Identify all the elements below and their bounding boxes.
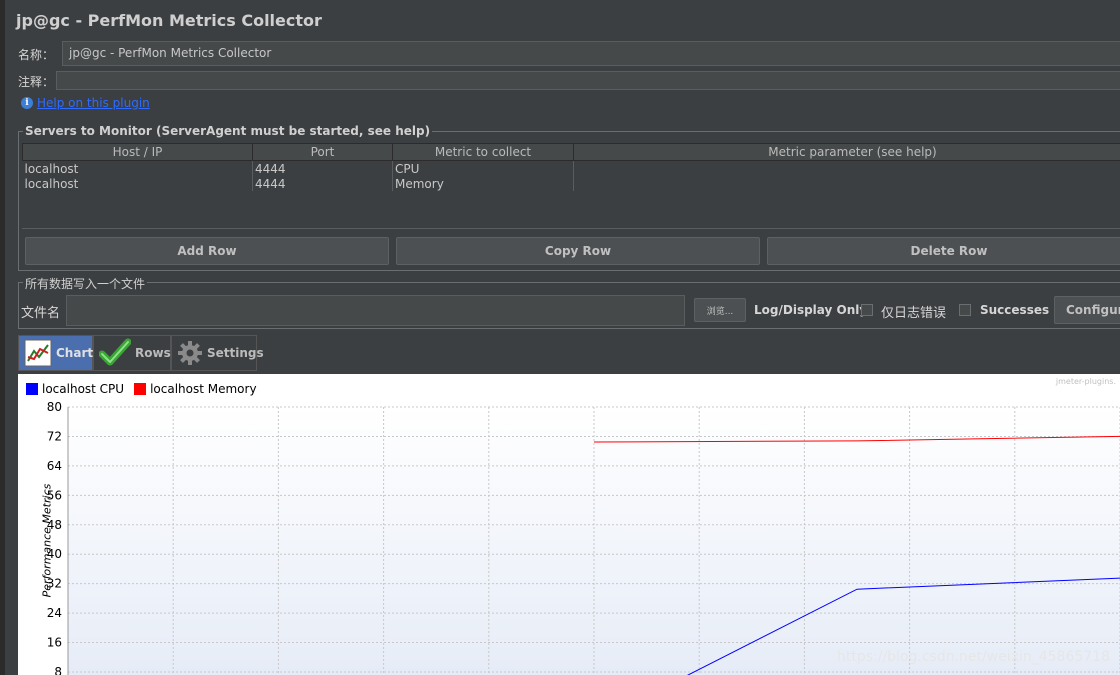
configure-button[interactable]: Configure: [1054, 296, 1120, 324]
y-tick-label: 80: [47, 400, 62, 414]
column-header-host[interactable]: Host / IP: [22, 143, 253, 161]
table-cell[interactable]: 4444: [252, 176, 393, 191]
tab-chart[interactable]: Chart: [18, 335, 93, 371]
comment-field[interactable]: [56, 71, 1120, 90]
browse-button[interactable]: 浏览...: [694, 298, 746, 322]
checkmark-icon: [98, 338, 132, 368]
file-group-title: 所有数据写入一个文件: [23, 275, 148, 292]
left-border: [0, 0, 5, 675]
table-cell[interactable]: CPU: [392, 160, 574, 176]
servers-table: Host / IP Port Metric to collect Metric …: [22, 143, 1120, 191]
chart-plot: 8 16 24 32 40 48 56 64 72 80: [47, 400, 1120, 675]
y-tick-label: 32: [47, 577, 62, 591]
help-row: i Help on this plugin: [21, 96, 150, 110]
window-title: jp@gc - PerfMon Metrics Collector: [16, 11, 322, 30]
info-icon: i: [21, 97, 33, 109]
column-header-metric[interactable]: Metric to collect: [392, 143, 574, 161]
gear-icon: [177, 340, 203, 366]
table-row[interactable]: localhost 4444 Memory: [22, 176, 1120, 191]
y-tick-label: 48: [47, 518, 62, 532]
y-tick-label: 40: [47, 547, 62, 561]
filename-label: 文件名: [21, 306, 61, 321]
tab-settings-label: Settings: [207, 346, 264, 360]
copy-row-button[interactable]: Copy Row: [396, 237, 760, 265]
delete-row-button[interactable]: Delete Row: [767, 237, 1120, 265]
servers-group-title: Servers to Monitor (ServerAgent must be …: [23, 124, 433, 138]
y-tick-label: 24: [47, 606, 62, 620]
add-row-button[interactable]: Add Row: [25, 237, 389, 265]
tab-rows-label: Rows: [135, 346, 171, 360]
comment-label: 注释：: [18, 75, 55, 89]
chart-panel[interactable]: localhost CPU localhost Memory jmeter-pl…: [18, 374, 1120, 675]
table-divider: [22, 228, 1120, 229]
log-display-label: Log/Display Only:: [754, 303, 872, 317]
errors-only-label: 仅日志错误: [881, 306, 947, 321]
errors-only-checkbox[interactable]: [861, 304, 873, 316]
table-cell[interactable]: 4444: [252, 160, 393, 176]
table-cell[interactable]: localhost: [22, 160, 253, 176]
y-tick-label: 72: [47, 429, 62, 443]
name-field[interactable]: jp@gc - PerfMon Metrics Collector: [62, 41, 1120, 66]
name-field-value: jp@gc - PerfMon Metrics Collector: [69, 46, 272, 60]
table-cell[interactable]: [573, 160, 1120, 176]
y-tick-label: 56: [47, 488, 62, 502]
tab-rows[interactable]: Rows: [93, 335, 171, 371]
name-label: 名称：: [18, 48, 55, 62]
table-row[interactable]: localhost 4444 CPU: [22, 160, 1120, 176]
tab-settings[interactable]: Settings: [171, 335, 264, 371]
y-tick-label: 64: [47, 459, 62, 473]
table-cell[interactable]: [573, 176, 1120, 191]
table-cell[interactable]: Memory: [392, 176, 574, 191]
y-tick-label: 16: [47, 636, 62, 650]
help-link[interactable]: Help on this plugin: [37, 96, 150, 110]
successes-checkbox[interactable]: [959, 304, 971, 316]
table-cell[interactable]: localhost: [22, 176, 253, 191]
column-header-port[interactable]: Port: [252, 143, 393, 161]
watermark-csdn: https://blog.csdn.net/weixin_45865718: [836, 649, 1110, 665]
y-tick-label: 8: [54, 665, 62, 675]
column-header-parameter[interactable]: Metric parameter (see help): [573, 143, 1120, 161]
tab-chart-label: Chart: [56, 346, 94, 360]
filename-input[interactable]: [66, 295, 685, 326]
chart-icon: [24, 339, 52, 367]
successes-label: Successes: [980, 303, 1050, 317]
